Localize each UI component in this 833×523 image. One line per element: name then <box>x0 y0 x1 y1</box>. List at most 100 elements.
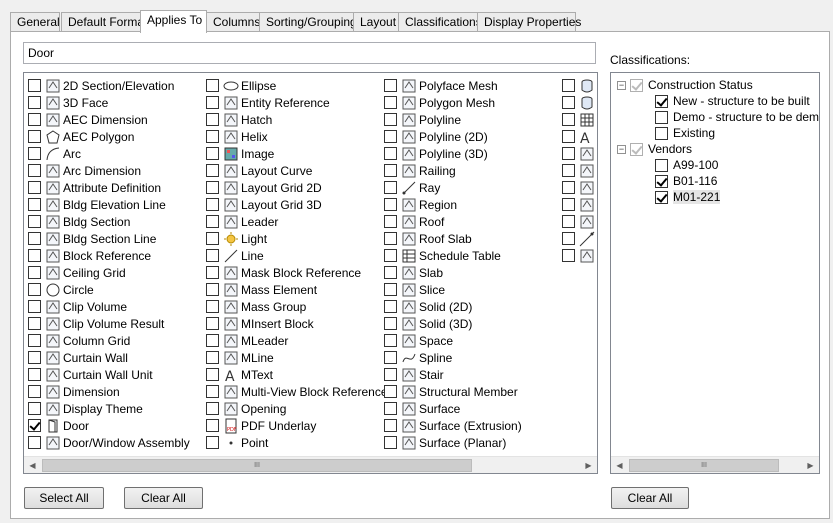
scroll-left-button[interactable]: ◀ <box>24 457 41 473</box>
list-item[interactable]: Door/Window Assembly <box>28 434 190 451</box>
item-checkbox[interactable] <box>206 368 219 381</box>
item-checkbox[interactable] <box>28 130 41 143</box>
item-checkbox[interactable] <box>384 198 397 211</box>
list-item[interactable]: Helix <box>206 128 388 145</box>
tree-group[interactable]: − Vendors <box>617 141 692 157</box>
item-checkbox[interactable] <box>28 351 41 364</box>
item-checkbox[interactable] <box>384 181 397 194</box>
list-item[interactable]: Block Reference <box>28 247 190 264</box>
clear-all-button[interactable]: Clear All <box>124 487 203 509</box>
list-item[interactable]: Bldg Elevation Line <box>28 196 190 213</box>
list-item[interactable]: Attribute Definition <box>28 179 190 196</box>
item-checkbox[interactable] <box>28 300 41 313</box>
item-checkbox[interactable] <box>384 283 397 296</box>
tree-item[interactable]: New - structure to be built <box>655 93 810 109</box>
item-checkbox[interactable] <box>28 181 41 194</box>
item-checkbox[interactable] <box>28 147 41 160</box>
item-checkbox[interactable] <box>206 181 219 194</box>
list-item[interactable]: Ellipse <box>206 77 388 94</box>
item-checkbox[interactable] <box>384 436 397 449</box>
list-item[interactable]: Hatch <box>206 111 388 128</box>
list-item[interactable]: MLine <box>206 349 388 366</box>
list-item[interactable]: Polyface Mesh <box>384 77 522 94</box>
item-checkbox[interactable] <box>384 300 397 313</box>
item-checkbox[interactable] <box>28 232 41 245</box>
item-checkbox[interactable] <box>562 113 575 126</box>
item-checkbox[interactable] <box>206 147 219 160</box>
item-checkbox[interactable] <box>206 249 219 262</box>
list-item[interactable]: Polyline (2D) <box>384 128 522 145</box>
filter-input[interactable]: Door <box>23 42 596 64</box>
list-item[interactable]: Slab <box>384 264 522 281</box>
list-item[interactable]: Surface <box>384 400 522 417</box>
list-item[interactable]: Roof Slab <box>384 230 522 247</box>
item-checkbox[interactable] <box>206 232 219 245</box>
scroll-right-button[interactable]: ▶ <box>580 457 597 473</box>
list-item[interactable]: Stair <box>384 366 522 383</box>
item-checkbox[interactable] <box>28 283 41 296</box>
item-checkbox[interactable] <box>28 436 41 449</box>
tree-item[interactable]: M01-221 <box>655 189 721 205</box>
list-item[interactable]: Structural Member <box>384 383 522 400</box>
item-checkbox[interactable] <box>384 215 397 228</box>
list-item[interactable]: Point <box>206 434 388 451</box>
list-item[interactable]: Clip Volume Result <box>28 315 190 332</box>
list-item[interactable]: Layout Curve <box>206 162 388 179</box>
tree-group[interactable]: − Construction Status <box>617 77 753 93</box>
item-checkbox[interactable] <box>562 96 575 109</box>
list-item[interactable]: Layout Grid 3D <box>206 196 388 213</box>
item-checkbox[interactable] <box>384 164 397 177</box>
list-item[interactable]: Bldg Section <box>28 213 190 230</box>
list-item[interactable]: PDF PDF Underlay <box>206 417 388 434</box>
list-item[interactable]: MInsert Block <box>206 315 388 332</box>
item-checkbox[interactable] <box>28 249 41 262</box>
item-checkbox[interactable] <box>562 130 575 143</box>
collapse-icon[interactable]: − <box>617 144 626 154</box>
list-item[interactable] <box>562 247 597 264</box>
item-checkbox[interactable] <box>562 232 575 245</box>
horizontal-scrollbar[interactable]: ◀ III ▶ <box>24 456 597 473</box>
tree-item[interactable]: Demo - structure to be demolis <box>655 109 819 125</box>
list-item[interactable]: Surface (Planar) <box>384 434 522 451</box>
list-item[interactable]: Mass Element <box>206 281 388 298</box>
tab-layout[interactable]: Layout <box>353 12 399 32</box>
list-item[interactable]: Multi-View Block Reference <box>206 383 388 400</box>
list-item[interactable] <box>562 162 597 179</box>
item-checkbox[interactable] <box>384 113 397 126</box>
item-checkbox[interactable] <box>206 351 219 364</box>
tree-item-checkbox[interactable] <box>655 158 668 172</box>
group-checkbox[interactable] <box>630 142 643 156</box>
tree-item[interactable]: A99-100 <box>655 157 718 173</box>
item-checkbox[interactable] <box>28 385 41 398</box>
item-checkbox[interactable] <box>206 198 219 211</box>
list-item[interactable]: Railing <box>384 162 522 179</box>
tab-applies-to[interactable]: Applies To <box>140 10 207 33</box>
item-checkbox[interactable] <box>384 96 397 109</box>
list-item[interactable]: Bldg Section Line <box>28 230 190 247</box>
item-checkbox[interactable] <box>384 266 397 279</box>
item-checkbox[interactable] <box>206 215 219 228</box>
item-checkbox[interactable] <box>28 113 41 126</box>
list-item[interactable]: 3D Face <box>28 94 190 111</box>
tree-item-checkbox[interactable] <box>655 190 668 204</box>
collapse-icon[interactable]: − <box>617 80 626 90</box>
item-checkbox[interactable] <box>28 215 41 228</box>
list-item[interactable]: Solid (3D) <box>384 315 522 332</box>
item-checkbox[interactable] <box>28 96 41 109</box>
item-checkbox[interactable] <box>28 334 41 347</box>
item-checkbox[interactable] <box>562 164 575 177</box>
list-item[interactable]: Opening <box>206 400 388 417</box>
list-item[interactable]: Line <box>206 247 388 264</box>
list-item[interactable] <box>562 179 597 196</box>
item-checkbox[interactable] <box>206 266 219 279</box>
item-checkbox[interactable] <box>28 266 41 279</box>
tree-item-checkbox[interactable] <box>655 110 668 124</box>
item-checkbox[interactable] <box>206 385 219 398</box>
item-checkbox[interactable] <box>28 368 41 381</box>
item-checkbox[interactable] <box>28 402 41 415</box>
item-checkbox[interactable] <box>384 317 397 330</box>
item-checkbox[interactable] <box>384 334 397 347</box>
tab-sorting-grouping[interactable]: Sorting/Grouping <box>259 12 357 32</box>
item-checkbox[interactable] <box>384 249 397 262</box>
item-checkbox[interactable] <box>384 147 397 160</box>
